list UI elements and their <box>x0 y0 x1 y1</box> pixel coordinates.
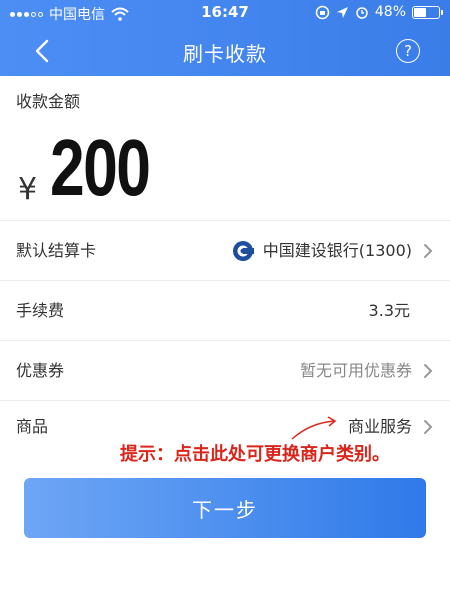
location-icon <box>336 6 348 18</box>
status-bar: 中国电信 16:47 48% <box>0 0 450 24</box>
chevron-right-icon <box>424 420 433 434</box>
coupon-row[interactable]: 优惠券 暂无可用优惠券 <box>0 340 450 400</box>
amount-value: 200 <box>50 123 151 212</box>
currency-symbol: ¥ <box>18 172 38 207</box>
next-step-button[interactable]: 下一步 <box>24 478 426 538</box>
alarm-icon <box>356 7 368 19</box>
chevron-right-icon <box>424 244 433 258</box>
rotation-lock-icon <box>315 5 330 19</box>
chevron-right-icon <box>424 364 433 378</box>
goods-label: 商品 <box>16 417 49 436</box>
fee-label: 手续费 <box>16 301 65 320</box>
settlement-card-value: 中国建设银行(1300) <box>262 241 412 260</box>
ccb-bank-icon <box>233 241 254 261</box>
settlement-card-label: 默认结算卡 <box>16 241 97 260</box>
coupon-value: 暂无可用优惠券 <box>299 361 412 380</box>
coupon-label: 优惠券 <box>16 361 65 380</box>
battery-percent: 48% <box>374 4 406 20</box>
amount-label: 收款金额 <box>16 92 81 111</box>
battery-icon <box>412 5 443 19</box>
hint-annotation: 提示：点击此处可更换商户类别。 <box>120 444 390 465</box>
fee-row: 手续费 3.3元 <box>0 280 450 340</box>
page-title: 刷卡收款 <box>183 42 267 66</box>
settlement-card-row[interactable]: 默认结算卡 中国建设银行(1300) <box>0 220 450 280</box>
header: 中国电信 16:47 48% 刷卡收款 ? <box>0 0 450 76</box>
help-button[interactable]: ? <box>396 39 420 63</box>
fee-value: 3.3元 <box>368 301 410 320</box>
nav-bar: 刷卡收款 ? <box>0 26 450 76</box>
status-right: 48% <box>315 4 443 20</box>
help-icon: ? <box>404 42 412 60</box>
